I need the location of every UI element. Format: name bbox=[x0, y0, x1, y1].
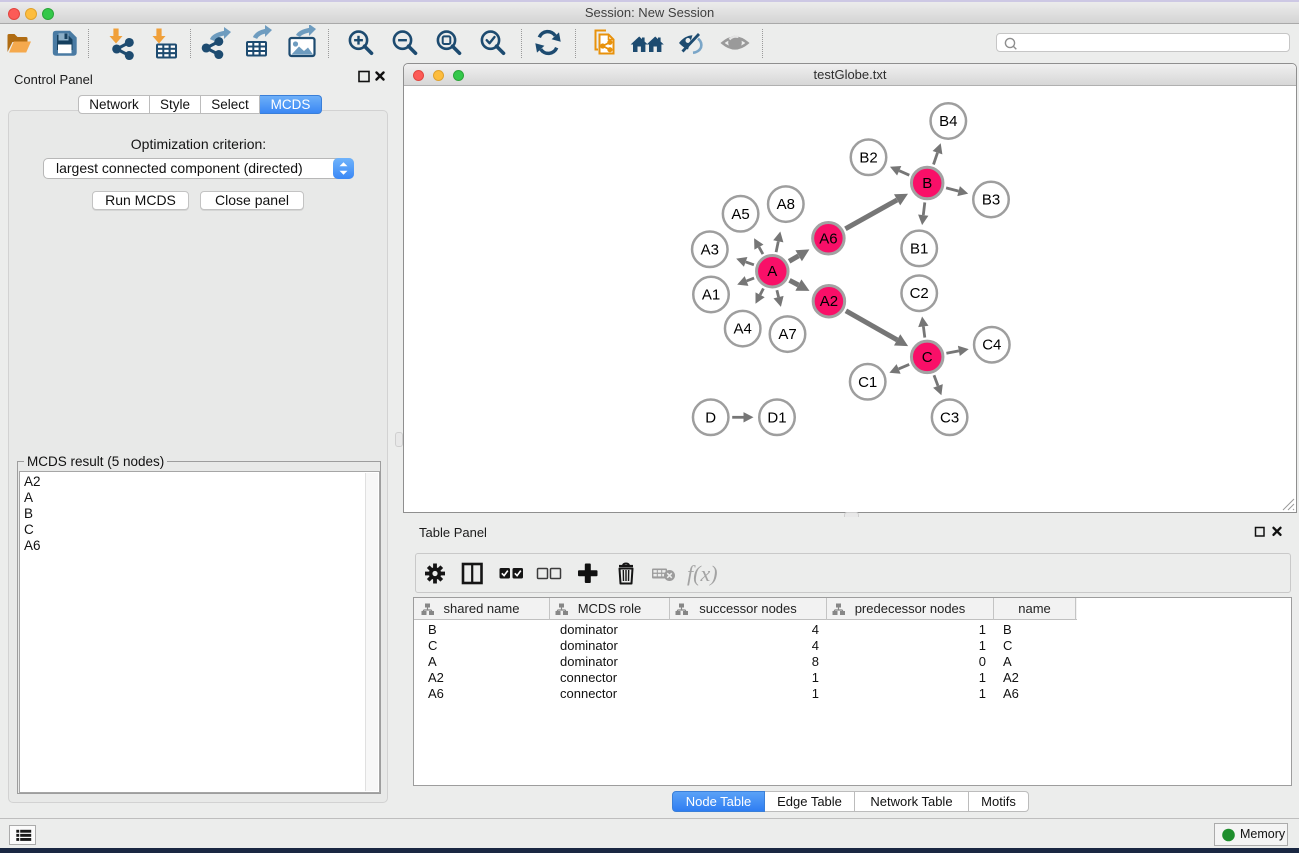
svg-text:C2: C2 bbox=[910, 285, 929, 302]
svg-text:B2: B2 bbox=[859, 149, 877, 166]
svg-text:A2: A2 bbox=[820, 293, 838, 310]
svg-text:C4: C4 bbox=[982, 337, 1001, 354]
svg-text:A4: A4 bbox=[734, 321, 752, 338]
svg-text:A3: A3 bbox=[701, 241, 719, 258]
svg-text:D: D bbox=[705, 409, 716, 426]
svg-text:C: C bbox=[922, 349, 933, 366]
svg-text:A1: A1 bbox=[702, 287, 720, 304]
svg-text:B: B bbox=[922, 175, 932, 192]
svg-text:A7: A7 bbox=[778, 326, 796, 343]
svg-text:A: A bbox=[767, 263, 777, 280]
svg-text:C3: C3 bbox=[940, 409, 959, 426]
svg-text:B4: B4 bbox=[939, 113, 957, 130]
svg-text:D1: D1 bbox=[767, 409, 786, 426]
svg-text:A6: A6 bbox=[819, 230, 837, 247]
svg-text:C1: C1 bbox=[858, 374, 877, 391]
svg-text:f(x): f(x) bbox=[687, 561, 718, 586]
svg-text:B3: B3 bbox=[982, 192, 1000, 209]
svg-text:B1: B1 bbox=[910, 240, 928, 257]
svg-text:A5: A5 bbox=[731, 206, 749, 223]
svg-text:A8: A8 bbox=[777, 196, 795, 213]
